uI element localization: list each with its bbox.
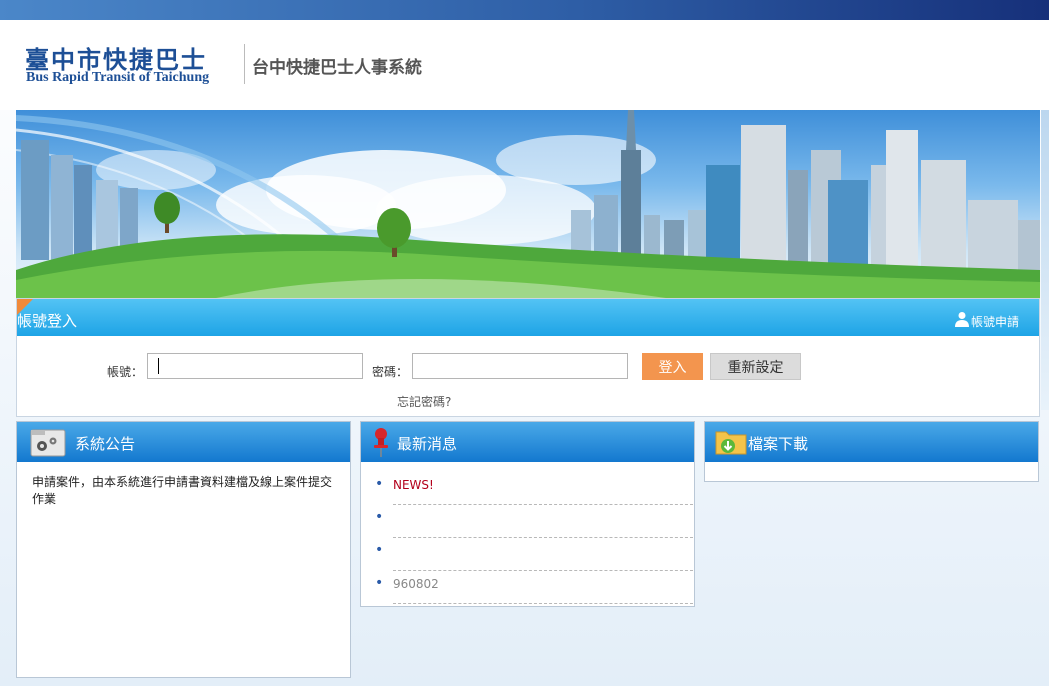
news-panel-header: 最新消息 xyxy=(361,422,694,462)
forgot-password-link[interactable]: 忘記密碼? xyxy=(397,393,451,410)
account-apply-label: 帳號申請 xyxy=(970,315,1019,329)
login-button[interactable]: 登入 xyxy=(642,353,703,380)
account-label: 帳號： xyxy=(107,365,144,379)
download-title: 檔案下載 xyxy=(748,435,809,453)
text-caret xyxy=(158,358,159,374)
news-item[interactable]: NEWS! xyxy=(375,472,693,505)
news-item[interactable] xyxy=(375,538,693,571)
logo-divider xyxy=(244,44,245,84)
notice-panel: 系統公告 申請案件，由本系統進行申請書資料建檔及線上案件提交作業 xyxy=(16,421,351,678)
account-apply-link[interactable]: 帳號申請 xyxy=(954,312,1019,330)
notice-title: 系統公告 xyxy=(75,435,136,453)
news-item[interactable] xyxy=(375,505,693,538)
gear-folder-icon xyxy=(30,429,66,457)
news-panel: 最新消息 NEWS! 960802 xyxy=(360,421,695,607)
pushpin-icon xyxy=(374,428,388,457)
city-banner-image xyxy=(16,110,1040,298)
login-panel: 帳號登入 帳號申請 帳號： 密碼： 登入 重新設定 忘記密碼? xyxy=(16,298,1040,417)
download-panel: 檔案下載 xyxy=(704,421,1039,482)
user-icon xyxy=(954,312,969,327)
reset-button[interactable]: 重新設定 xyxy=(710,353,801,380)
right-edge-strip xyxy=(1041,110,1049,410)
account-input[interactable] xyxy=(147,353,363,379)
download-panel-header: 檔案下載 xyxy=(705,422,1038,462)
login-title: 帳號登入 xyxy=(17,312,78,330)
news-item-text[interactable]: 960802 xyxy=(393,577,439,591)
news-item[interactable]: 960802 xyxy=(375,571,693,604)
system-title: 台中快捷巴士人事系統 xyxy=(252,58,422,78)
notice-panel-header: 系統公告 xyxy=(17,422,350,462)
password-label: 密碼： xyxy=(372,365,409,379)
news-list: NEWS! 960802 xyxy=(373,472,693,604)
download-folder-icon xyxy=(715,431,747,455)
password-input[interactable] xyxy=(412,353,628,379)
notice-text: 申請案件，由本系統進行申請書資料建檔及線上案件提交作業 xyxy=(32,475,333,506)
news-title: 最新消息 xyxy=(397,435,458,453)
logo-english: Bus Rapid Transit of Taichung xyxy=(26,70,210,85)
banner-illustration xyxy=(16,110,1040,298)
news-item-text[interactable]: NEWS! xyxy=(393,478,434,492)
login-panel-header: 帳號登入 帳號申請 xyxy=(17,299,1039,336)
site-header: 臺中市快捷巴士 Bus Rapid Transit of Taichung 台中… xyxy=(0,20,1049,110)
top-accent-bar xyxy=(0,0,1049,20)
